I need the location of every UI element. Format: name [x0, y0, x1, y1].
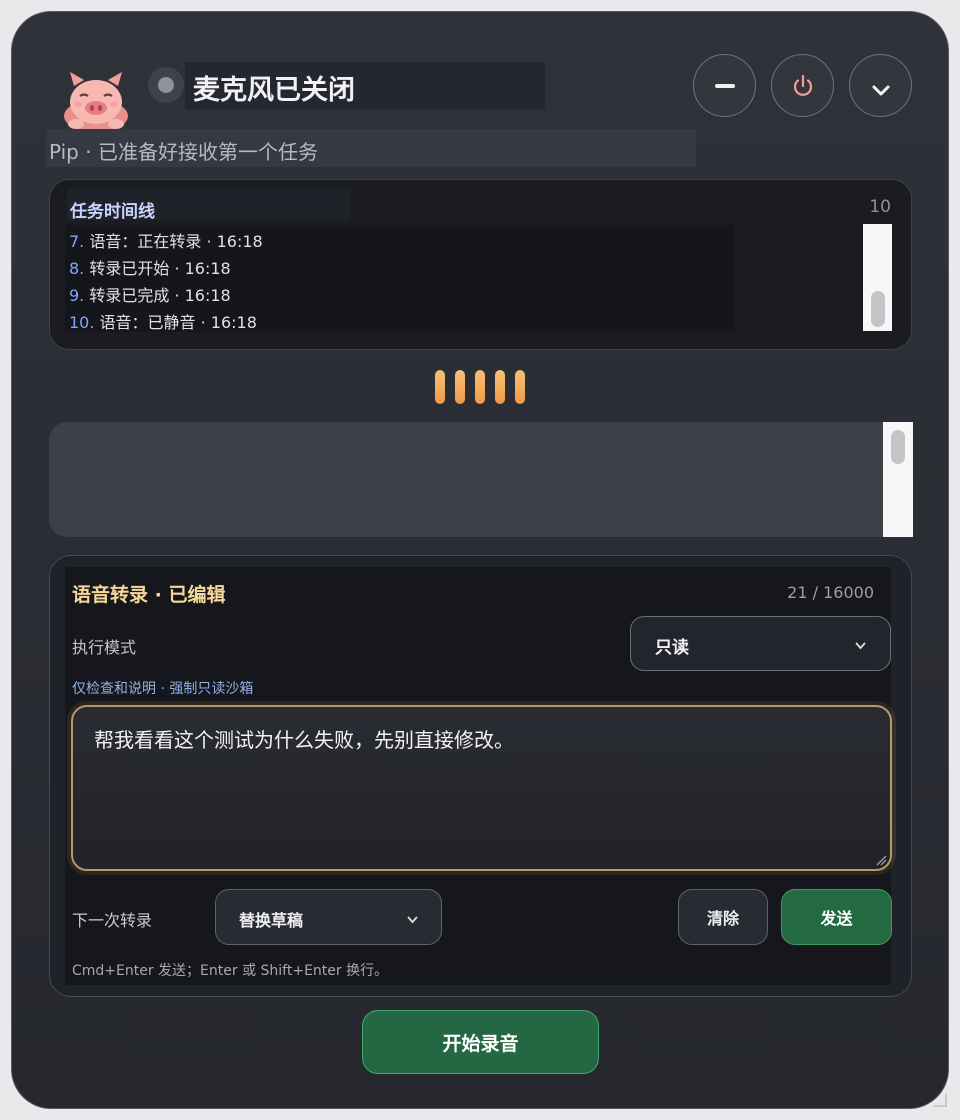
editor-title: 语音转录 · 已编辑 — [72, 584, 226, 606]
timeline-list: 7. 语音：正在转录 · 16:18 8. 转录已开始 · 16:18 9. 转… — [69, 232, 263, 340]
clear-button[interactable]: 清除 — [678, 889, 768, 945]
timeline-count: 10 — [869, 197, 891, 217]
power-button[interactable] — [771, 54, 834, 117]
collapse-button[interactable] — [849, 54, 912, 117]
pig-mascot-icon — [64, 72, 128, 132]
timeline-item-number: 9. — [69, 286, 85, 305]
timeline-item: 10. 语音：已静音 · 16:18 — [69, 313, 263, 340]
live-transcript-scroll-thumb[interactable] — [891, 430, 905, 464]
waveform-bar — [435, 370, 445, 404]
character-count: 21 / 16000 — [787, 583, 874, 602]
timeline-item: 8. 转录已开始 · 16:18 — [69, 259, 263, 286]
execution-mode-select[interactable]: 只读 — [630, 616, 891, 671]
assistant-window: 麦克风已关闭 Pip · 已准备好接收第一个任务 任务时间线 10 7. 语音：… — [11, 11, 949, 1109]
execution-mode-description: 仅检查和说明 · 强制只读沙箱 — [72, 681, 254, 697]
timeline-scroll-thumb[interactable] — [871, 291, 885, 327]
chevron-down-icon — [855, 642, 866, 650]
timeline-item-text: 转录已开始 · 16:18 — [84, 259, 231, 278]
timeline-title: 任务时间线 — [70, 202, 155, 222]
chevron-down-icon — [407, 916, 418, 924]
mic-status-title: 麦克风已关闭 — [193, 75, 355, 106]
waveform-bar — [475, 370, 485, 404]
waveform-bar — [455, 370, 465, 404]
resize-grip-icon[interactable] — [875, 854, 887, 866]
transcript-textarea[interactable]: 帮我看看这个测试为什么失败，先别直接修改。 — [71, 705, 892, 871]
waveform-bar — [495, 370, 505, 404]
timeline-item-number: 10. — [69, 313, 95, 332]
minimize-button[interactable] — [693, 54, 756, 117]
transcript-text: 帮我看看这个测试为什么失败，先别直接修改。 — [94, 728, 514, 752]
audio-waveform — [435, 370, 527, 404]
power-icon — [793, 74, 812, 96]
minus-icon — [714, 83, 735, 88]
next-transcript-select[interactable]: 替换草稿 — [215, 889, 442, 945]
send-button[interactable]: 发送 — [781, 889, 892, 945]
start-recording-button[interactable]: 开始录音 — [362, 1010, 599, 1074]
live-transcript-area — [49, 422, 884, 537]
execution-mode-value: 只读 — [655, 638, 689, 658]
timeline-item: 9. 转录已完成 · 16:18 — [69, 286, 263, 313]
execution-mode-label: 执行模式 — [72, 638, 137, 657]
mic-status-indicator — [148, 67, 184, 103]
keyboard-shortcut-hint: Cmd+Enter 发送；Enter 或 Shift+Enter 换行。 — [72, 963, 389, 979]
timeline-item-text: 语音：已静音 · 16:18 — [94, 313, 257, 332]
window-resize-corner-icon[interactable] — [931, 1091, 949, 1109]
live-transcript-scrollbar[interactable] — [883, 422, 913, 537]
assistant-status-subtitle: Pip · 已准备好接收第一个任务 — [49, 140, 318, 164]
status-dot — [158, 77, 174, 93]
transcript-editor-panel: 语音转录 · 已编辑 21 / 16000 执行模式 只读 仅检查和说明 · 强… — [49, 555, 912, 997]
timeline-item: 7. 语音：正在转录 · 16:18 — [69, 232, 263, 259]
timeline-scrollbar[interactable] — [863, 224, 892, 331]
timeline-item-number: 8. — [69, 259, 85, 278]
next-transcript-value: 替换草稿 — [239, 911, 304, 930]
timeline-item-text: 转录已完成 · 16:18 — [84, 286, 231, 305]
chevron-down-icon — [872, 85, 889, 95]
timeline-item-text: 语音：正在转录 · 16:18 — [84, 232, 263, 251]
waveform-bar — [515, 370, 525, 404]
timeline-item-number: 7. — [69, 232, 85, 251]
next-transcript-label: 下一次转录 — [72, 911, 153, 930]
task-timeline-panel: 任务时间线 10 7. 语音：正在转录 · 16:18 8. 转录已开始 · 1… — [49, 179, 912, 350]
